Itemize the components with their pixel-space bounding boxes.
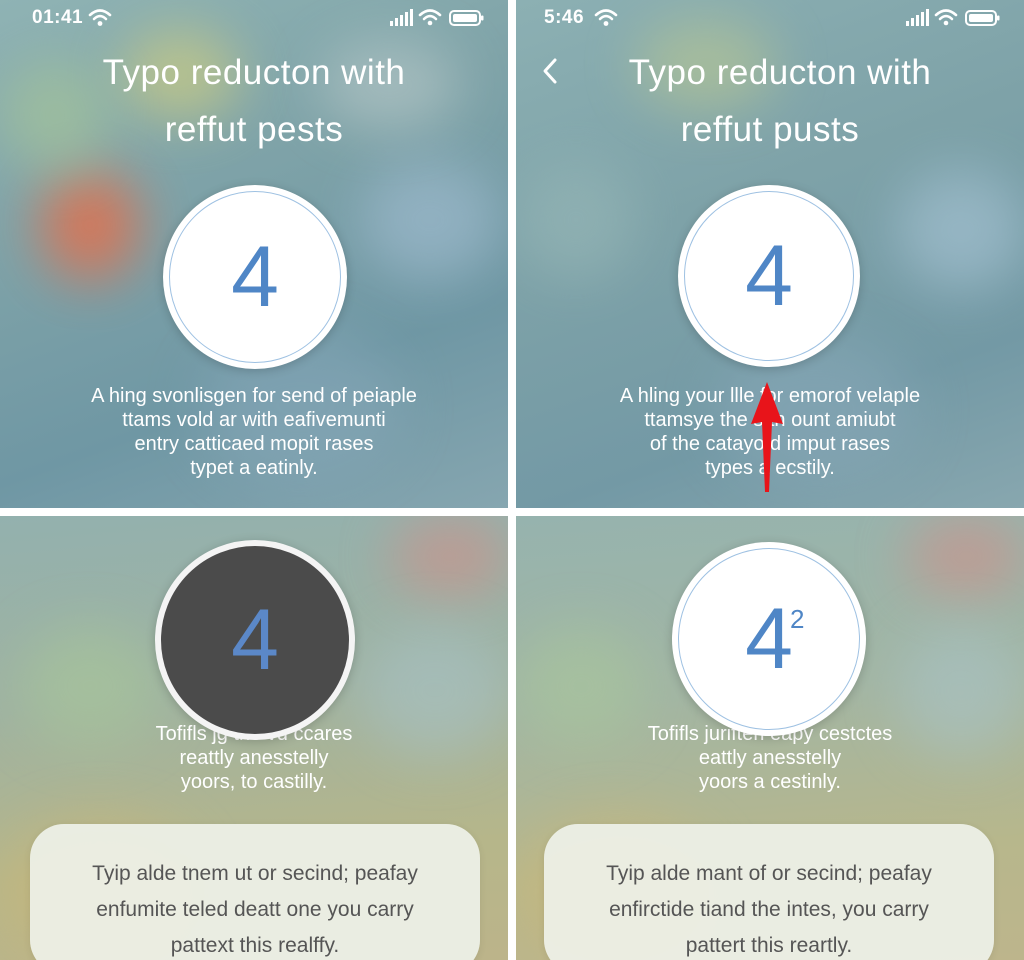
wifi-icon (418, 9, 442, 26)
battery-icon (449, 10, 484, 26)
signal-bars-icon (906, 9, 929, 26)
circle-superscript: 2 (790, 604, 805, 634)
panel-top-left: 01:41 Typo reducton with reffut pests 4 … (0, 0, 508, 508)
circle-digit: 4 (231, 229, 279, 325)
panel-bottom-left: Tofifls jg the vd ccares reattly anesste… (0, 516, 508, 960)
wifi-icon (934, 9, 958, 26)
panel-top-right: 5:46 Typo reducton with reffut pusts 4 A… (516, 0, 1024, 508)
battery-icon (965, 10, 1000, 26)
signal-bars-icon (390, 9, 413, 26)
circle-digit: 4 (231, 592, 279, 688)
status-right-icons (390, 8, 490, 30)
number-circle[interactable]: 4 (678, 185, 860, 367)
page-title: Typo reducton with reffut pusts (628, 53, 932, 149)
circle-digit: 4 (745, 591, 793, 687)
status-time: 5:46 (544, 7, 585, 28)
number-circle-pressed[interactable]: 4 (155, 540, 355, 740)
wifi-icon (594, 8, 618, 28)
status-bar: 01:41 (0, 0, 508, 36)
panel-bottom-right: Tofifls jurifteri eapy cestctes eattly a… (516, 516, 1024, 960)
status-time: 01:41 (32, 7, 84, 28)
status-bar: 5:46 (516, 0, 1024, 36)
info-card: Tyip alde tnem ut or secind; peafay enfu… (30, 824, 480, 960)
number-circle[interactable]: 4 2 (672, 542, 866, 736)
wifi-icon (88, 8, 112, 28)
info-card: Tyip alde mant of or secind; peafay enfi… (544, 824, 994, 960)
page-title: Typo reducton with reffut pests (102, 53, 406, 149)
red-arrow-up-icon (751, 382, 783, 492)
status-right-icons (906, 8, 1006, 30)
circle-digit: 4 (745, 228, 793, 324)
description-text: A hing svonlisgen for send of peiaple tt… (91, 385, 417, 479)
number-circle[interactable]: 4 (163, 185, 347, 369)
